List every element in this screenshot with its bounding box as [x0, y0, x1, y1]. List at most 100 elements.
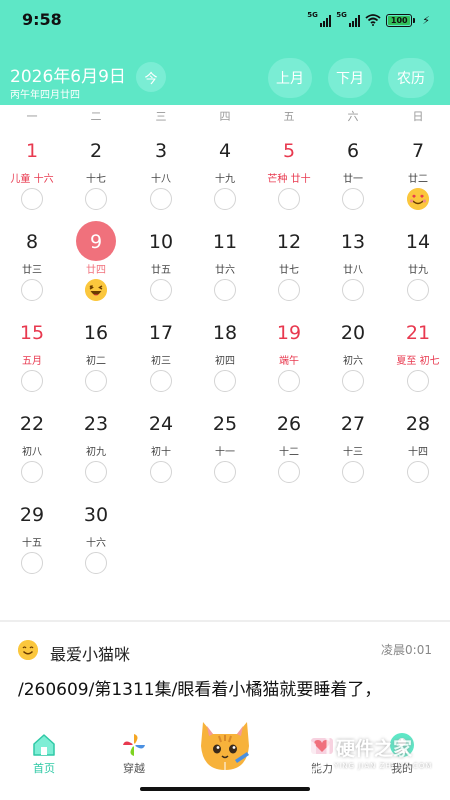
signal-icon: 5G	[307, 11, 332, 27]
calendar-day[interactable]: 26 十二	[257, 383, 321, 483]
calendar-day[interactable]: 14 廿九	[386, 201, 450, 301]
wifi-icon	[365, 14, 381, 26]
calendar-day[interactable]: 11 廿六	[193, 201, 257, 301]
home-icon	[33, 734, 55, 756]
mood-circle[interactable]	[407, 461, 429, 483]
diary-timestamp: 凌晨0:01	[381, 643, 432, 657]
day-number: 15	[19, 322, 45, 344]
lunar-label: 廿一	[343, 174, 363, 185]
home-indicator[interactable]	[140, 787, 310, 791]
mood-circle[interactable]	[214, 461, 236, 483]
network-type-label: 5G	[336, 11, 347, 19]
calendar-day[interactable]: 27 十三	[321, 383, 385, 483]
lunar-label: 廿九	[408, 265, 428, 276]
day-number: 4	[218, 140, 232, 162]
calendar-day[interactable]: 16 初二	[64, 292, 128, 392]
calendar-day[interactable]: 5 芒种 廿十	[257, 110, 321, 210]
mood-circle[interactable]	[150, 461, 172, 483]
lunar-label: 十五	[22, 538, 42, 549]
day-number: 26	[276, 413, 302, 435]
day-number: 17	[148, 322, 174, 344]
today-button[interactable]: 今	[136, 62, 166, 92]
diary-excerpt[interactable]: /260609/第1311集/眼看着小橘猫就要睡着了，	[18, 675, 450, 700]
lunar-label: 十七	[86, 174, 106, 185]
calendar-day[interactable]: 10 廿五	[129, 201, 193, 301]
day-number: 16	[83, 322, 109, 344]
calendar-day[interactable]: 2 十七	[64, 110, 128, 210]
calendar-day[interactable]: 25 十一	[193, 383, 257, 483]
day-number: 11	[212, 231, 238, 253]
lunar-toggle-button[interactable]: 农历	[388, 58, 434, 98]
network-type-label: 5G	[307, 11, 318, 19]
watermark-text: 硬件之家	[336, 738, 413, 760]
day-number: 24	[148, 413, 174, 435]
day-number: 8	[25, 231, 39, 253]
calendar-day[interactable]: 1 儿童 十六	[0, 110, 64, 210]
battery-level: 100	[388, 15, 411, 25]
day-number: 3	[154, 140, 168, 162]
lunar-label: 十六	[86, 538, 106, 549]
signal-icon: 5G	[336, 11, 361, 27]
status-time: 9:58	[22, 10, 62, 29]
calendar-day[interactable]: 4 十九	[193, 110, 257, 210]
smiling-face-icon	[18, 640, 38, 660]
status-icons: 5G 5G 100 ⚡	[307, 11, 430, 28]
day-number: 19	[276, 322, 302, 344]
calendar-day[interactable]: 7 廿二	[386, 110, 450, 210]
nav-travel-label: 穿越	[123, 762, 145, 775]
calendar-day[interactable]: 17 初三	[129, 292, 193, 392]
day-number: 20	[340, 322, 366, 344]
prev-month-button[interactable]: 上月	[268, 58, 312, 98]
day-number: 23	[83, 413, 109, 435]
mood-circle[interactable]	[342, 461, 364, 483]
calendar-day[interactable]: 28 十四	[386, 383, 450, 483]
calendar-day[interactable]: 13 廿八	[321, 201, 385, 301]
calendar-day[interactable]: 24 初十	[129, 383, 193, 483]
nav-home-tab[interactable]: 首页	[12, 714, 76, 775]
nav-travel-tab[interactable]: 穿越	[102, 714, 166, 775]
watermark-logo-icon	[282, 724, 330, 776]
lunar-label: 廿二	[408, 174, 428, 185]
lunar-label: 十八	[151, 174, 171, 185]
lunar-label: 十四	[408, 447, 428, 458]
lunar-label: 十九	[215, 174, 235, 185]
cat-mascot-icon[interactable]	[195, 712, 255, 774]
calendar-day-selected[interactable]: 9 廿四	[64, 201, 128, 301]
calendar-day[interactable]: 12 廿七	[257, 201, 321, 301]
calendar-day[interactable]: 30 十六	[64, 474, 128, 574]
diary-entry-header[interactable]: 最爱小猫咪 凌晨0:01	[0, 636, 450, 664]
mood-circle[interactable]	[21, 552, 43, 574]
lunar-label: 廿七	[279, 265, 299, 276]
calendar-day[interactable]: 23 初九	[64, 383, 128, 483]
calendar-day[interactable]: 8 廿三	[0, 201, 64, 301]
current-date-title[interactable]: 2026年6月9日	[10, 62, 126, 87]
lunar-label: 五月	[22, 356, 42, 367]
battery-icon: 100	[386, 13, 416, 27]
day-number: 28	[405, 413, 431, 435]
lunar-label: 初四	[215, 356, 235, 367]
calendar-day[interactable]: 3 十八	[129, 110, 193, 210]
day-number: 10	[148, 231, 174, 253]
day-number: 5	[282, 140, 296, 162]
calendar-day[interactable]: 21 夏至 初七	[386, 292, 450, 392]
calendar-day[interactable]: 22 初八	[0, 383, 64, 483]
lunar-label: 十三	[343, 447, 363, 458]
day-number: 30	[83, 504, 109, 526]
calendar-day[interactable]: 19 端午	[257, 292, 321, 392]
day-number: 2	[89, 140, 103, 162]
mood-circle[interactable]	[278, 461, 300, 483]
next-month-button[interactable]: 下月	[328, 58, 372, 98]
calendar-day[interactable]: 20 初六	[321, 292, 385, 392]
lunar-label: 初十	[151, 447, 171, 458]
calendar-day[interactable]: 6 廿一	[321, 110, 385, 210]
lunar-label: 廿四	[86, 265, 106, 276]
status-bar: 9:58 5G 5G 100 ⚡	[0, 0, 450, 40]
lunar-label: 初二	[86, 356, 106, 367]
lunar-label: 儿童 十六	[10, 174, 54, 185]
calendar-day[interactable]: 18 初四	[193, 292, 257, 392]
day-number: 27	[340, 413, 366, 435]
calendar-day[interactable]: 29 十五	[0, 474, 64, 574]
calendar-day[interactable]: 15 五月	[0, 292, 64, 392]
day-number: 14	[405, 231, 431, 253]
mood-circle[interactable]	[85, 552, 107, 574]
